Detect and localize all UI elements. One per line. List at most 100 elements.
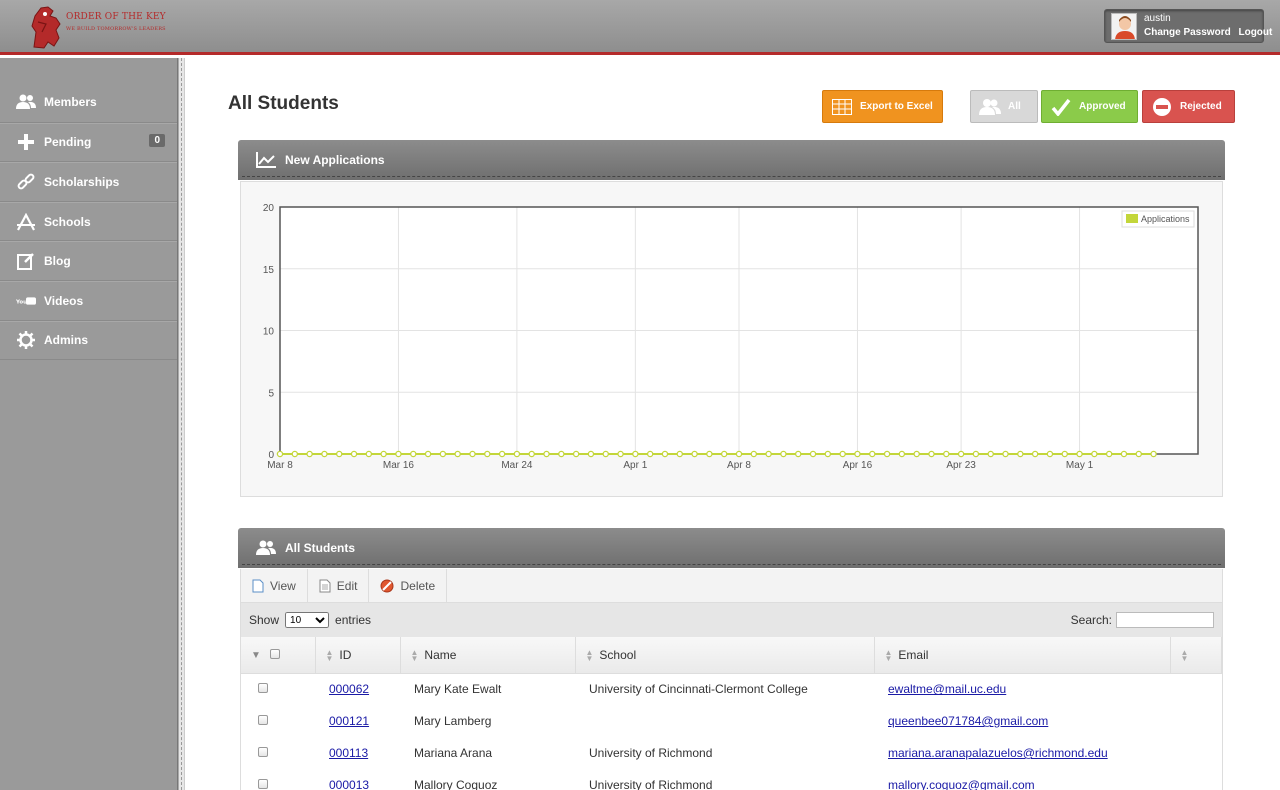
student-email-link[interactable]: mallory.coguoz@gmail.com	[888, 778, 1035, 790]
page-title: All Students	[228, 93, 339, 114]
student-id-link[interactable]: 000062	[329, 682, 369, 696]
student-id-link[interactable]: 000121	[329, 714, 369, 728]
column-header-email[interactable]: ▲ ▼ Email	[874, 637, 1171, 674]
data-point	[913, 450, 920, 458]
data-point	[1120, 450, 1128, 458]
student-name: Mary Lamberg	[414, 714, 492, 728]
data-point	[661, 450, 669, 458]
x-tick-label: Apr 23	[946, 460, 976, 471]
data-point	[883, 450, 891, 458]
filter-all-button[interactable]: All	[970, 90, 1038, 123]
table-row[interactable]: 000062 Mary Kate Ewalt University of Cin…	[241, 673, 1222, 705]
data-point	[1061, 450, 1068, 458]
student-id-link[interactable]: 000013	[329, 778, 369, 790]
user-box: austin Change Password Logout	[1104, 9, 1272, 43]
edit-label: Edit	[336, 578, 358, 593]
sidebar-item-pending[interactable]: Pending 0	[0, 122, 177, 163]
student-email-link[interactable]: mariana.aranapalazuelos@richmond.edu	[888, 746, 1108, 760]
search-input[interactable]	[1116, 612, 1214, 628]
data-point	[335, 450, 343, 458]
sort-icon: ▲ ▼	[1180, 647, 1189, 663]
entries-label: entries	[335, 613, 372, 627]
data-point	[957, 450, 965, 458]
data-point	[869, 450, 876, 458]
data-point	[632, 450, 639, 458]
filter-approved-button[interactable]: Approved	[1041, 90, 1138, 123]
brand-tagline: WE BUILD TOMORROW'S LEADERS	[66, 26, 166, 32]
x-tick-label: Apr 1	[623, 460, 647, 471]
table-row[interactable]: 000121 Mary Lamberg queenbee071784@gmail…	[241, 705, 1222, 737]
data-point	[602, 450, 609, 458]
x-tick-label: Apr 16	[843, 460, 873, 471]
entries-select[interactable]: 10	[285, 612, 330, 628]
caret-down-icon[interactable]: ▼	[251, 650, 261, 660]
view-button[interactable]: View	[241, 569, 308, 602]
student-school	[575, 705, 874, 737]
y-tick-label: 10	[263, 327, 275, 338]
youtube-icon: You	[16, 291, 36, 311]
table-row[interactable]: 000113 Mariana Arana University of Richm…	[241, 737, 1222, 769]
student-email-link[interactable]: ewaltme@mail.uc.edu	[888, 682, 1006, 696]
sidebar-item-blog[interactable]: Blog	[0, 241, 177, 281]
edit-button[interactable]: Edit	[308, 569, 370, 602]
data-point	[469, 450, 476, 458]
applications-line-chart: 05101520Mar 8 Mar 16 Mar 24 Apr 1 Apr 8 Apr 1…	[263, 203, 1199, 471]
column-header-actions[interactable]: ▲ ▼	[1170, 637, 1222, 674]
data-point	[1091, 450, 1098, 458]
sidebar-item-videos[interactable]: You Videos	[0, 280, 177, 321]
delete-button[interactable]: Delete	[369, 569, 448, 602]
row-checkbox[interactable]	[258, 683, 268, 694]
sort-icon: ▲ ▼	[325, 647, 334, 663]
filter-approved-label: Approved	[1079, 101, 1126, 112]
data-point	[928, 450, 935, 458]
x-tick-label: May 1	[1066, 460, 1094, 471]
data-point	[321, 450, 328, 458]
select-all-checkbox[interactable]	[270, 648, 281, 659]
sidebar-item-label: Blog	[44, 254, 71, 269]
data-point	[587, 450, 595, 458]
sidebar-item-scholarships[interactable]: Scholarships	[0, 162, 177, 202]
logout-link[interactable]: Logout	[1238, 27, 1272, 38]
student-email-link[interactable]: queenbee071784@gmail.com	[888, 714, 1048, 728]
avatar	[1111, 13, 1137, 40]
data-point	[1002, 450, 1009, 458]
data-point	[839, 450, 846, 458]
panel-title: New Applications	[285, 153, 385, 167]
sidebar: Members Pending 0 Scholarships Schools B…	[0, 58, 178, 790]
table-row[interactable]: 000013 Mallory Coguoz University of Rich…	[241, 769, 1222, 790]
change-password-link[interactable]: Change Password	[1144, 27, 1231, 38]
y-tick-label: 5	[268, 388, 274, 399]
delete-label: Delete	[400, 578, 436, 593]
data-point	[780, 450, 787, 458]
data-point	[424, 450, 432, 458]
data-point	[646, 450, 654, 458]
sidebar-item-admins[interactable]: Admins	[0, 320, 177, 361]
column-header-id[interactable]: ▲ ▼ ID	[315, 637, 401, 674]
student-id-link[interactable]: 000113	[329, 746, 368, 760]
data-point	[617, 450, 624, 458]
logo[interactable]: ORDER OF THE KEY WE BUILD TOMORROW'S LEA…	[26, 2, 166, 52]
users-icon	[979, 96, 1001, 118]
export-to-excel-button[interactable]: Export to Excel	[822, 90, 943, 123]
sidebar-divider	[178, 58, 185, 790]
filter-rejected-button[interactable]: Rejected	[1142, 90, 1235, 123]
x-tick-label: Apr 8	[727, 460, 751, 471]
column-header-name[interactable]: ▲ ▼ Name	[400, 637, 576, 674]
sidebar-item-members[interactable]: Members	[0, 83, 177, 123]
row-checkbox[interactable]	[258, 747, 268, 757]
legend-swatch	[1126, 214, 1138, 223]
view-label: View	[270, 578, 296, 593]
x-tick-label: Mar 16	[383, 460, 415, 471]
data-point	[365, 450, 373, 458]
plus-icon	[16, 132, 36, 152]
row-checkbox[interactable]	[258, 715, 268, 725]
sidebar-item-label: Scholarships	[44, 174, 120, 189]
sidebar-item-schools[interactable]: Schools	[0, 201, 177, 242]
data-point	[735, 450, 743, 458]
row-checkbox[interactable]	[258, 779, 268, 789]
data-point	[306, 450, 313, 458]
line-chart-icon	[256, 151, 276, 169]
data-point	[824, 450, 832, 458]
column-header-school[interactable]: ▲ ▼ School	[575, 637, 875, 674]
users-icon	[256, 539, 276, 557]
